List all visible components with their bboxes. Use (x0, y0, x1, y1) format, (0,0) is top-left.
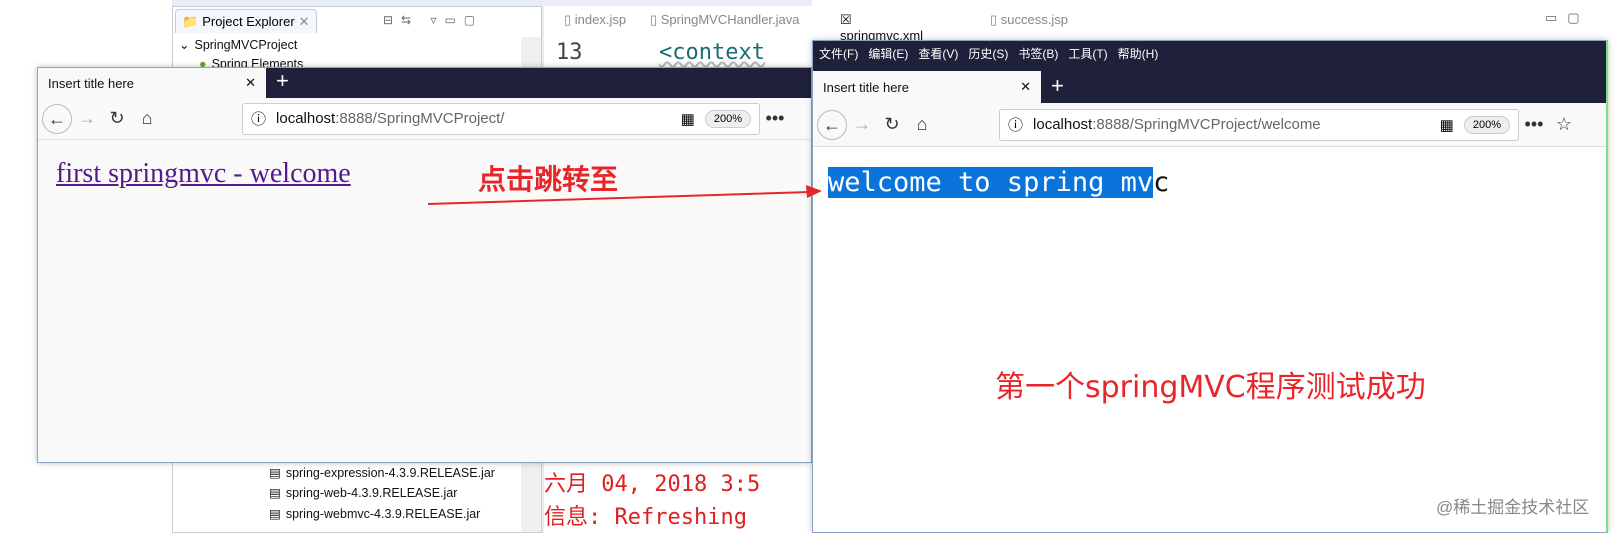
arrow-line (427, 191, 811, 205)
red-arrow (427, 185, 822, 205)
success-label: 第一个springMVC程序测试成功 (995, 370, 1426, 405)
arrow-head (806, 185, 822, 198)
watermark: @稀土掘金技术社区 (1436, 498, 1590, 517)
